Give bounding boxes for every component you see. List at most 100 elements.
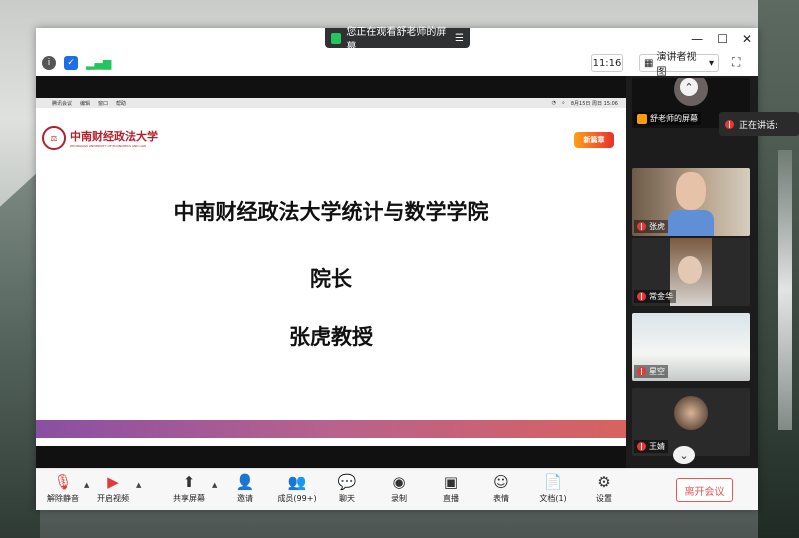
invite-label: 邀请 [237,494,253,503]
record-button[interactable]: ◉ 录制 [374,473,424,509]
share-options-caret-icon[interactable]: ▲ [212,481,217,489]
settings-label: 设置 [596,494,612,503]
shared-screen: 腾讯会议 编辑 窗口 帮助 ◔ ⌕ 8月15日 周日 15:06 ⚖ 中南财经政… [36,76,626,468]
mac-menu-item: 帮助 [116,100,127,107]
add-user-icon: 👤 [235,473,255,491]
video-options-caret-icon[interactable]: ▲ [136,481,141,489]
info-icon[interactable]: i [42,56,56,70]
university-logo: ⚖ 中南财经政法大学 ZHONGNAN UNIVERSITY OF ECONOM… [42,126,158,150]
mic-off-icon [637,292,646,301]
grid-icon: ▦ [644,57,654,69]
view-mode-button[interactable]: ▦ 演讲者视图 ▾ [639,52,719,78]
participant-name: 王婧 [649,442,665,451]
university-seal-icon: ⚖ [42,126,66,150]
documents-button[interactable]: 📄 文档(1) [528,473,578,509]
share-screen-button[interactable]: ⬆ 共享屏幕 [164,473,214,509]
university-logo-sub: ZHONGNAN UNIVERSITY OF ECONOMICS AND LAW [70,144,147,148]
members-icon: 👥 [287,473,307,491]
video-off-icon: ▶ [107,473,119,491]
university-logo-text: 中南财经政法大学 [70,130,158,143]
slide-title: 中南财经政法大学统计与数学学院 [173,199,489,224]
minimize-button[interactable]: — [691,32,703,46]
share-screen-icon: ⬆ [182,473,196,491]
shirt [668,210,714,236]
avatar [678,256,702,284]
document-icon: 📄 [543,473,563,491]
chat-icon: 💬 [337,473,357,491]
mac-menu-item: 编辑 [80,100,91,107]
maximize-button[interactable]: ☐ [717,32,728,46]
participant-label: 王婧 [634,440,668,453]
close-button[interactable]: ✕ [742,32,752,46]
share-banner-text: 您正在观看舒老师的屏幕 [346,27,447,53]
event-badge-logo: 新篇章 [574,132,614,148]
share-indicator-icon [331,32,342,44]
avatar [676,172,706,210]
slide-position: 院长 [310,266,352,291]
leave-meeting-button[interactable]: 离开会议 [676,478,733,502]
scroll-down-button[interactable]: ⌄ [673,446,695,464]
live-stream-icon: ▣ [443,473,459,491]
participant-label: 舒老师的屏幕 [634,112,701,125]
settings-button[interactable]: ⚙ 设置 [579,473,629,509]
mac-menu-bar: 腾讯会议 编辑 窗口 帮助 ◔ ⌕ 8月15日 周日 15:06 [36,98,626,108]
window-controls: — ☐ ✕ [691,32,752,46]
participant-tile[interactable]: 王婧 [632,388,750,456]
shared-screen-bottom [36,446,626,468]
share-screen-label: 共享屏幕 [173,494,205,503]
speaking-label: 正在讲话: [739,120,779,131]
person-icon [637,113,647,124]
participant-name: 张虎 [649,222,665,231]
participant-tile[interactable]: 星空 [632,313,750,381]
participant-name: 星空 [649,367,665,376]
desktop-waterfall [778,150,792,430]
chat-label: 聊天 [339,494,355,503]
meeting-toolbar: 🎙 解除静音 ▲ ▶ 开启视频 ▲ ⬆ 共享屏幕 ▲ 👤 邀请 👥 成员(99+… [36,468,758,510]
slide-gradient-bar [36,420,626,438]
speaking-indicator: 正在讲话: [719,112,799,136]
participant-label: 星空 [634,365,668,378]
participant-label: 张虎 [634,220,668,233]
mic-off-icon: 🎙 [53,473,73,491]
reactions-label: 表情 [493,494,509,503]
fullscreen-icon[interactable]: ⛶ [732,55,740,70]
invite-button[interactable]: 👤 邀请 [220,473,270,509]
chat-button[interactable]: 💬 聊天 [322,473,372,509]
unmute-button[interactable]: 🎙 解除静音 [38,473,88,509]
reactions-button[interactable]: ☺ 表情 [476,473,526,509]
mac-menu-item: 窗口 [98,100,109,107]
view-mode-label: 演讲者视图 [656,52,697,78]
participant-label: 常金华 [634,290,676,303]
desktop-mountain-left [0,170,40,538]
shield-icon[interactable]: ✓ [64,56,78,70]
meeting-topbar: i ✓ ▂▄▆ 11:16 ▦ 演讲者视图 ▾ ⛶ [36,50,758,78]
participant-name: 常金华 [649,292,673,301]
slide-speaker: 张虎教授 [289,324,373,349]
gear-icon: ⚙ [597,473,611,491]
mic-off-icon [637,442,646,451]
live-stream-label: 直播 [443,494,459,503]
documents-label: 文档(1) [539,494,567,503]
members-button[interactable]: 👥 成员(99+) [272,473,322,509]
participant-tile[interactable]: 张虎 [632,168,750,236]
meeting-timer: 11:16 [591,54,623,72]
participant-name: 舒老师的屏幕 [650,114,698,123]
mic-icon [725,119,734,129]
menu-icon[interactable]: ☰ [455,33,464,44]
wifi-icon: ◔ [551,99,557,106]
record-icon: ◉ [392,473,406,491]
live-stream-button[interactable]: ▣ 直播 [426,473,476,509]
start-video-button[interactable]: ▶ 开启视频 [88,473,138,509]
participant-tile[interactable]: 常金华 [632,238,750,306]
mac-datetime: 8月15日 周日 15:06 [570,100,618,107]
screen-share-banner[interactable]: 您正在观看舒老师的屏幕 ☰ [325,27,470,53]
chevron-down-icon: ▾ [708,57,714,69]
mac-menu-app: 腾讯会议 [52,100,73,107]
smiley-icon: ☺ [493,473,509,491]
start-video-label: 开启视频 [97,494,129,503]
mic-off-icon [637,367,646,376]
signal-icon[interactable]: ▂▄▆ [86,57,111,70]
mac-status-area: ◔ ⌕ 8月15日 周日 15:06 [552,100,618,107]
presentation-slide: ⚖ 中南财经政法大学 ZHONGNAN UNIVERSITY OF ECONOM… [36,108,626,446]
scroll-up-button[interactable]: ⌃ [680,78,698,96]
